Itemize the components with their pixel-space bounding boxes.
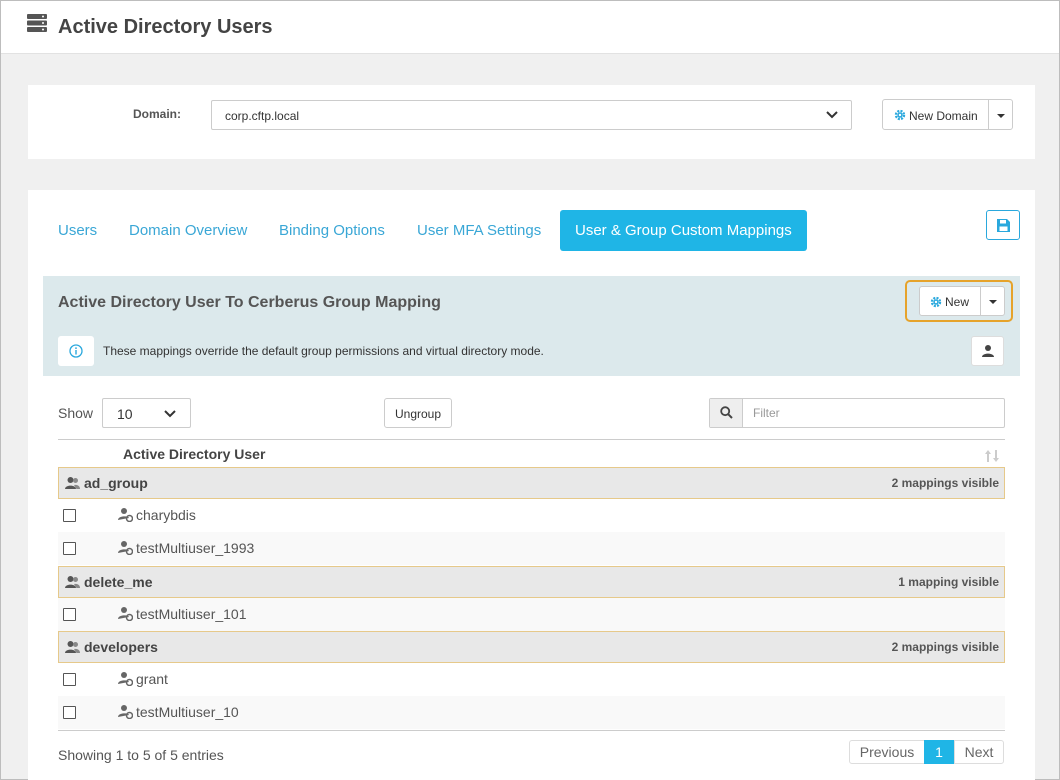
group-count: 2 mappings visible xyxy=(891,640,999,654)
page-size-select[interactable]: 10 xyxy=(102,398,191,428)
show-label: Show xyxy=(58,405,94,421)
next-page-button[interactable]: Next xyxy=(954,740,1004,764)
user-name[interactable]: charybdis xyxy=(136,507,196,523)
caret-down-icon xyxy=(996,113,1005,118)
row-checkbox[interactable] xyxy=(63,542,76,555)
user-name[interactable]: grant xyxy=(136,671,168,687)
user-link-icon xyxy=(118,705,133,719)
ungroup-label: Ungroup xyxy=(395,407,442,421)
user-group-icon xyxy=(65,576,80,588)
ungroup-button[interactable]: Ungroup xyxy=(384,398,452,428)
chevron-down-icon xyxy=(164,410,176,418)
page-title: Active Directory Users xyxy=(58,16,273,38)
table-row[interactable]: charybdis xyxy=(58,499,1005,532)
new-domain-label: New Domain xyxy=(909,109,978,123)
user-icon xyxy=(982,345,994,357)
group-count: 2 mappings visible xyxy=(891,476,999,490)
user-name[interactable]: testMultiuser_10 xyxy=(136,704,239,720)
group-row[interactable]: delete_me 1 mapping visible xyxy=(58,566,1005,598)
table-row[interactable]: testMultiuser_10 xyxy=(58,696,1005,729)
user-link-icon xyxy=(118,607,133,621)
group-row[interactable]: developers 2 mappings visible xyxy=(58,631,1005,663)
column-header-ad-user[interactable]: Active Directory User xyxy=(123,446,265,462)
group-name: delete_me xyxy=(84,574,153,590)
page-size-value: 10 xyxy=(117,406,133,422)
previous-page-button[interactable]: Previous xyxy=(849,740,925,764)
caret-down-icon xyxy=(988,300,997,304)
tab-user-group-custom-mappings[interactable]: User & Group Custom Mappings xyxy=(560,210,807,251)
user-link-icon xyxy=(118,541,133,555)
user-name[interactable]: testMultiuser_1993 xyxy=(136,540,254,556)
gear-icon xyxy=(930,296,942,308)
group-name: ad_group xyxy=(84,475,148,491)
main-card: Users Domain Overview Binding Options Us… xyxy=(28,190,1035,780)
domain-card: Domain: corp.cftp.local New Domain xyxy=(28,85,1035,159)
table-row[interactable]: testMultiuser_1993 xyxy=(58,532,1005,565)
entries-info: Showing 1 to 5 of 5 entries xyxy=(58,747,224,763)
new-domain-dropdown-button[interactable] xyxy=(988,99,1013,130)
tab-binding-options[interactable]: Binding Options xyxy=(279,210,385,251)
chevron-down-icon xyxy=(826,111,838,119)
save-icon xyxy=(997,219,1010,232)
user-link-icon xyxy=(118,508,133,522)
user-link-icon xyxy=(118,672,133,686)
new-mapping-button[interactable]: New xyxy=(919,286,981,316)
tab-users[interactable]: Users xyxy=(58,210,97,251)
row-checkbox[interactable] xyxy=(63,706,76,719)
info-text: These mappings override the default grou… xyxy=(103,344,544,358)
app-window: Active Directory Users Domain: corp.cftp… xyxy=(0,0,1060,780)
info-icon xyxy=(69,344,83,358)
user-group-icon xyxy=(65,641,80,653)
new-mapping-label: New xyxy=(945,295,970,309)
user-group-icon xyxy=(65,477,80,489)
search-icon xyxy=(720,406,733,419)
mapping-panel-header: Active Directory User To Cerberus Group … xyxy=(43,276,1020,376)
domain-select-value: corp.cftp.local xyxy=(225,109,300,123)
row-checkbox[interactable] xyxy=(63,608,76,621)
page-1-button[interactable]: 1 xyxy=(924,740,954,764)
search-addon xyxy=(710,399,743,427)
page-header: Active Directory Users xyxy=(1,1,1059,54)
filter-box xyxy=(709,398,1005,428)
tab-user-mfa-settings[interactable]: User MFA Settings xyxy=(417,210,541,251)
tab-domain-overview[interactable]: Domain Overview xyxy=(129,210,247,251)
row-checkbox[interactable] xyxy=(63,509,76,522)
group-count: 1 mapping visible xyxy=(898,575,999,589)
table-row[interactable]: testMultiuser_101 xyxy=(58,598,1005,631)
info-badge xyxy=(58,336,94,366)
save-button[interactable] xyxy=(986,210,1020,240)
row-checkbox[interactable] xyxy=(63,673,76,686)
group-name: developers xyxy=(84,639,158,655)
new-mapping-dropdown-button[interactable] xyxy=(980,286,1005,316)
table-bottom-divider xyxy=(58,730,1005,731)
server-icon xyxy=(27,14,47,32)
user-filter-button[interactable] xyxy=(971,336,1004,366)
panel-title: Active Directory User To Cerberus Group … xyxy=(58,294,441,311)
new-domain-button[interactable]: New Domain xyxy=(882,99,989,130)
gear-icon xyxy=(894,109,906,121)
domain-label: Domain: xyxy=(133,107,181,121)
filter-input[interactable] xyxy=(743,399,1004,427)
table-row[interactable]: grant xyxy=(58,663,1005,696)
sort-icon[interactable] xyxy=(985,449,999,463)
group-row[interactable]: ad_group 2 mappings visible xyxy=(58,467,1005,499)
domain-select[interactable]: corp.cftp.local xyxy=(211,100,852,130)
user-name[interactable]: testMultiuser_101 xyxy=(136,606,247,622)
table-header: Active Directory User xyxy=(58,439,1005,467)
